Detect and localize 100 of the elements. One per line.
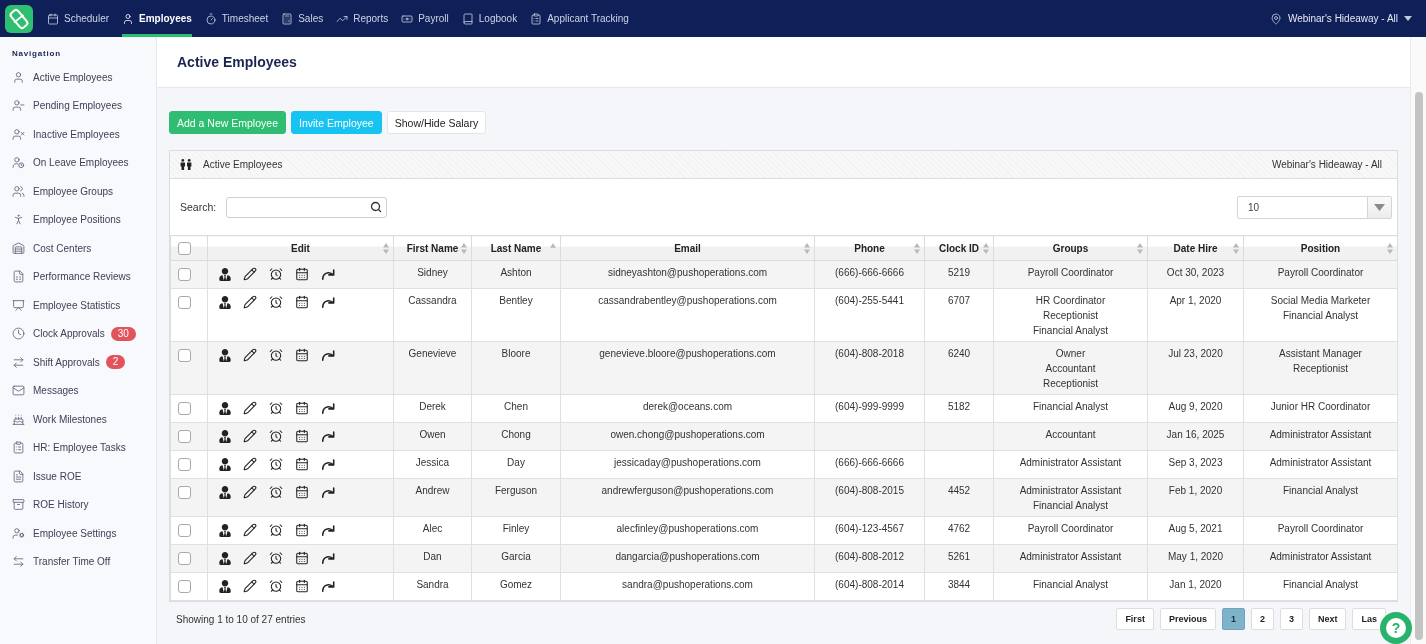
pencil-icon[interactable] (243, 429, 257, 443)
person-with-tie-icon[interactable] (219, 523, 231, 537)
curved-arrow-icon[interactable] (321, 429, 335, 443)
pagination-button[interactable]: 3 (1279, 608, 1303, 630)
alarm-clock-icon[interactable] (269, 429, 283, 443)
sidebar-item[interactable]: Work Milestones (0, 405, 156, 434)
alarm-clock-icon[interactable] (269, 267, 283, 281)
column-header[interactable]: Email (560, 235, 815, 261)
alarm-clock-icon[interactable] (269, 295, 283, 309)
sidebar-item[interactable]: Shift Approvals 2 (0, 348, 156, 377)
sidebar-item[interactable]: Pending Employees (0, 91, 156, 120)
sidebar-item[interactable]: Clock Approvals 30 (0, 319, 156, 348)
sidebar-item[interactable]: Employee Groups (0, 177, 156, 206)
column-header[interactable]: First Name (393, 235, 472, 261)
person-with-tie-icon[interactable] (219, 401, 231, 415)
row-checkbox[interactable] (178, 524, 191, 537)
pencil-icon[interactable] (243, 551, 257, 565)
alarm-clock-icon[interactable] (269, 523, 283, 537)
person-with-tie-icon[interactable] (219, 485, 231, 499)
curved-arrow-icon[interactable] (321, 523, 335, 537)
pagination-button[interactable]: Next (1308, 608, 1347, 630)
nav-tab[interactable]: Applicant Tracking (530, 0, 629, 37)
calendar-icon[interactable] (295, 267, 309, 281)
calendar-icon[interactable] (295, 457, 309, 471)
column-header[interactable]: Date Hire (1147, 235, 1244, 261)
person-with-tie-icon[interactable] (219, 267, 231, 281)
pagination-button[interactable]: Las (1352, 608, 1386, 630)
person-with-tie-icon[interactable] (219, 348, 231, 362)
nav-tab[interactable]: Reports (336, 0, 389, 37)
calendar-icon[interactable] (295, 401, 309, 415)
calendar-icon[interactable] (295, 485, 309, 499)
sidebar-item[interactable]: ROE History (0, 490, 156, 519)
column-header[interactable]: Groups (993, 235, 1148, 261)
pencil-icon[interactable] (243, 401, 257, 415)
column-header[interactable]: Phone (814, 235, 925, 261)
calendar-icon[interactable] (295, 579, 309, 593)
row-checkbox[interactable] (178, 402, 191, 415)
scrollbar-thumb[interactable] (1414, 92, 1423, 640)
column-header[interactable]: Position (1243, 235, 1398, 261)
curved-arrow-icon[interactable] (321, 457, 335, 471)
row-checkbox[interactable] (178, 580, 191, 593)
person-with-tie-icon[interactable] (219, 579, 231, 593)
row-checkbox[interactable] (178, 349, 191, 362)
row-checkbox[interactable] (178, 552, 191, 565)
sidebar-item[interactable]: On Leave Employees (0, 148, 156, 177)
nav-tab[interactable]: Scheduler (47, 0, 110, 37)
row-checkbox[interactable] (178, 268, 191, 281)
alarm-clock-icon[interactable] (269, 401, 283, 415)
column-header[interactable]: Last Name (471, 235, 561, 261)
row-checkbox[interactable] (178, 430, 191, 443)
sidebar-item[interactable]: Transfer Time Off (0, 547, 156, 576)
calendar-icon[interactable] (295, 551, 309, 565)
pencil-icon[interactable] (243, 579, 257, 593)
curved-arrow-icon[interactable] (321, 551, 335, 565)
pagination-button[interactable]: Previous (1159, 608, 1216, 630)
calendar-icon[interactable] (295, 295, 309, 309)
curved-arrow-icon[interactable] (321, 348, 335, 362)
person-with-tie-icon[interactable] (219, 429, 231, 443)
column-header[interactable]: Clock ID (924, 235, 994, 261)
logo-icon[interactable] (5, 4, 33, 33)
alarm-clock-icon[interactable] (269, 551, 283, 565)
pencil-icon[interactable] (243, 485, 257, 499)
person-with-tie-icon[interactable] (219, 551, 231, 565)
alarm-clock-icon[interactable] (269, 485, 283, 499)
select-all-checkbox[interactable] (178, 241, 191, 255)
sidebar-item[interactable]: Active Employees (0, 63, 156, 92)
action-button[interactable]: Show/Hide Salary (386, 111, 487, 134)
search-field[interactable] (226, 196, 388, 218)
alarm-clock-icon[interactable] (269, 457, 283, 471)
curved-arrow-icon[interactable] (321, 295, 335, 309)
nav-tab[interactable]: Payroll (401, 0, 449, 37)
nav-tab[interactable]: Sales (281, 0, 324, 37)
curved-arrow-icon[interactable] (321, 485, 335, 499)
location-selector[interactable]: Webinar's Hideaway - All (1269, 0, 1426, 37)
page-size-select[interactable]: 10 (1237, 195, 1392, 219)
sidebar-item[interactable]: Employee Settings (0, 519, 156, 548)
nav-tab[interactable]: Logbook (461, 0, 518, 37)
pencil-icon[interactable] (243, 348, 257, 362)
calendar-icon[interactable] (295, 523, 309, 537)
pencil-icon[interactable] (243, 523, 257, 537)
pagination-button[interactable]: 1 (1221, 608, 1245, 630)
calendar-icon[interactable] (295, 429, 309, 443)
pencil-icon[interactable] (243, 295, 257, 309)
sidebar-item[interactable]: Employee Positions (0, 205, 156, 234)
alarm-clock-icon[interactable] (269, 579, 283, 593)
sidebar-item[interactable]: Inactive Employees (0, 120, 156, 149)
curved-arrow-icon[interactable] (321, 579, 335, 593)
pagination-button[interactable]: First (1116, 608, 1154, 630)
alarm-clock-icon[interactable] (269, 348, 283, 362)
person-with-tie-icon[interactable] (219, 295, 231, 309)
curved-arrow-icon[interactable] (321, 267, 335, 281)
row-checkbox[interactable] (178, 296, 191, 309)
sidebar-item[interactable]: Issue ROE (0, 462, 156, 491)
column-header[interactable]: Edit (207, 235, 394, 261)
sidebar-item[interactable]: Cost Centers (0, 234, 156, 263)
row-checkbox[interactable] (178, 486, 191, 499)
pencil-icon[interactable] (243, 457, 257, 471)
row-checkbox[interactable] (178, 458, 191, 471)
pagination-button[interactable]: 2 (1250, 608, 1274, 630)
nav-tab[interactable]: Timesheet (204, 0, 269, 37)
